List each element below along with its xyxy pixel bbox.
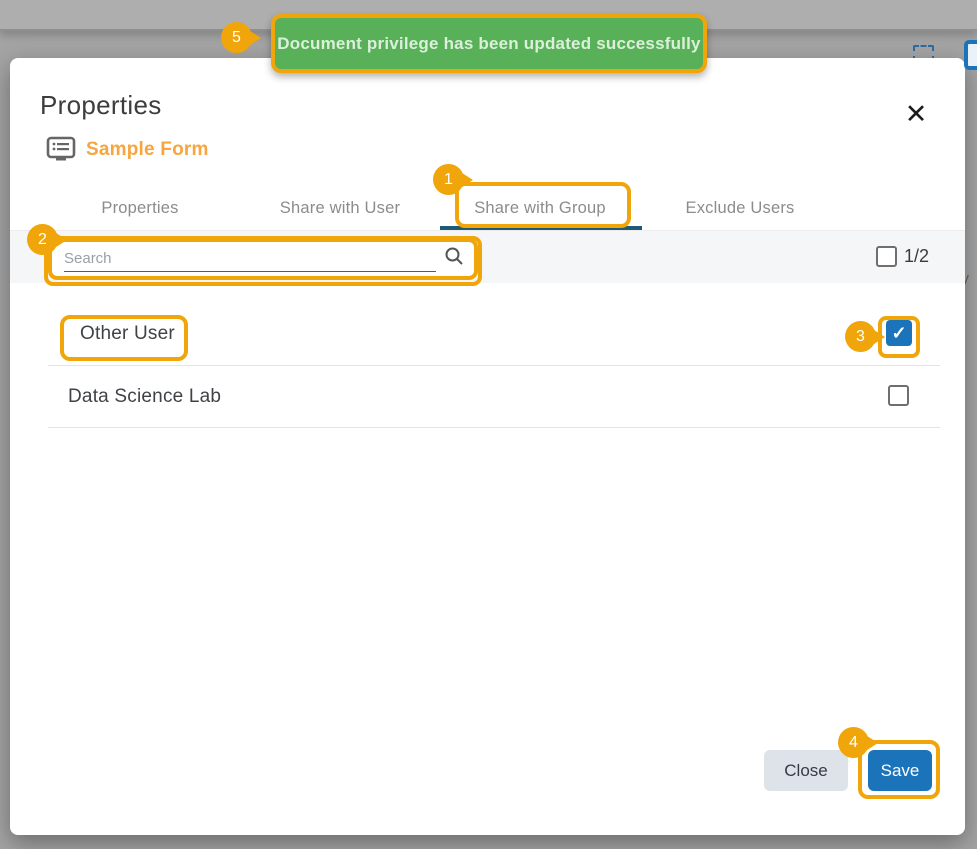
selection-count: 1/2	[904, 246, 929, 267]
step-badge-2: 2	[27, 224, 58, 255]
background-blue-chip	[964, 40, 977, 70]
search-input[interactable]	[64, 246, 436, 272]
save-button[interactable]: Save	[868, 750, 932, 791]
checkmark-icon: ✓	[891, 323, 906, 344]
select-all-control: 1/2	[876, 246, 929, 267]
tab-share-with-user[interactable]: Share with User	[240, 188, 440, 228]
search-field-wrapper	[48, 238, 478, 280]
tab-exclude-users[interactable]: Exclude Users	[640, 188, 840, 228]
group-name: Other User	[80, 323, 175, 345]
group-checkbox-unchecked[interactable]	[888, 385, 909, 406]
screen: sy Document privilege has been updated s…	[0, 0, 977, 849]
tab-properties[interactable]: Properties	[40, 188, 240, 228]
toast-message: Document privilege has been updated succ…	[277, 34, 700, 54]
dialog-title: Properties	[40, 90, 162, 121]
form-header: Sample Form	[46, 136, 209, 163]
group-row-data-science-lab[interactable]: Data Science Lab	[10, 366, 965, 428]
step-badge-4: 4	[838, 727, 869, 758]
row-divider	[48, 427, 940, 428]
search-icon	[444, 246, 464, 266]
step-badge-5: 5	[221, 22, 252, 53]
close-icon[interactable]: ✕	[898, 96, 934, 132]
group-name: Data Science Lab	[68, 386, 221, 408]
close-button[interactable]: Close	[764, 750, 848, 791]
form-name: Sample Form	[86, 139, 209, 161]
properties-dialog: Properties ✕ Sample Form Properties Shar…	[10, 58, 965, 835]
step-badge-3: 3	[845, 321, 876, 352]
select-all-checkbox[interactable]	[876, 246, 897, 267]
form-display-icon	[46, 136, 76, 163]
group-row-other-user[interactable]: Other User ✓	[10, 300, 965, 366]
group-checkbox-checked[interactable]: ✓	[886, 320, 912, 346]
tab-share-with-group[interactable]: Share with Group	[440, 188, 640, 228]
tab-bar: Properties Share with User Share with Gr…	[40, 188, 840, 228]
success-toast: Document privilege has been updated succ…	[271, 14, 707, 73]
step-badge-1: 1	[433, 164, 464, 195]
